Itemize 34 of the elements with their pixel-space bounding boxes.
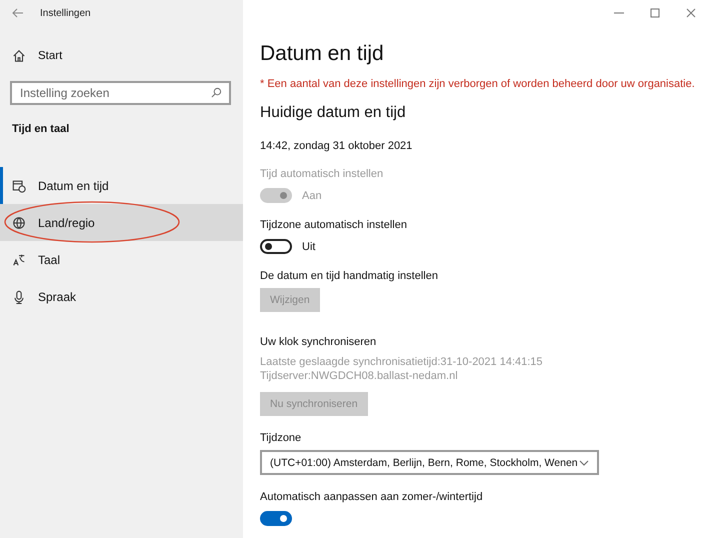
setting-label: Uw klok synchroniseren <box>260 336 378 348</box>
language-icon <box>12 252 26 266</box>
nav-item[interactable]: Land/regio <box>0 204 243 241</box>
close-icon[interactable] <box>686 8 696 18</box>
setting-label: Tijd automatisch instellen <box>260 168 384 180</box>
page-title: Datum en tijd <box>260 42 385 66</box>
section-heading: Tijd en taal <box>12 123 70 135</box>
search-field[interactable]: Instelling zoeken <box>10 81 231 105</box>
home-link[interactable]: Start <box>38 50 62 62</box>
back-arrow-icon[interactable] <box>12 8 24 18</box>
home-icon <box>12 49 26 63</box>
maximize-icon[interactable] <box>650 8 660 18</box>
current-date-time: 14:42, zondag 31 oktober 2021 <box>260 140 414 152</box>
policy-notice: * Een aantal van deze instellingen zijn verborgen of worden beheerd door uw organisatie. <box>260 78 696 90</box>
sync-info: Tijdserver:NWGDCH08.ballast-nedam.nl <box>260 370 459 382</box>
setting-label: De datum en tijd handmatig instellen <box>260 270 439 282</box>
nav-item[interactable]: Spraak <box>0 278 243 315</box>
nav-item[interactable]: Taal <box>0 241 243 278</box>
chevron-down-icon <box>579 460 589 466</box>
toggle-state: Aan <box>302 190 322 202</box>
setting-label: Automatisch aanpassen aan zomer-/wintertijd <box>260 491 484 503</box>
sync-info: Laatste geslaagde synchronisatietijd:31-10-2021 14:41:15 <box>260 356 544 368</box>
microphone-icon <box>12 290 26 304</box>
timezone-dropdown[interactable]: (UTC+01:00) Amsterdam, Berlijn, Bern, Rome, Stockholm, Wenen <box>260 450 599 475</box>
setting-label: Tijdzone automatisch instellen <box>260 219 408 231</box>
section-heading: Huidige datum en tijd <box>260 104 407 122</box>
toggle-state: Uit <box>302 240 316 252</box>
setting-label: Tijdzone <box>260 432 302 444</box>
toggle-switch[interactable] <box>260 239 292 254</box>
globe-icon <box>12 216 26 230</box>
calendar-clock-icon <box>12 178 26 192</box>
window-title: Instellingen <box>40 8 91 18</box>
search-icon <box>211 87 222 98</box>
toggle-switch[interactable] <box>260 511 292 526</box>
